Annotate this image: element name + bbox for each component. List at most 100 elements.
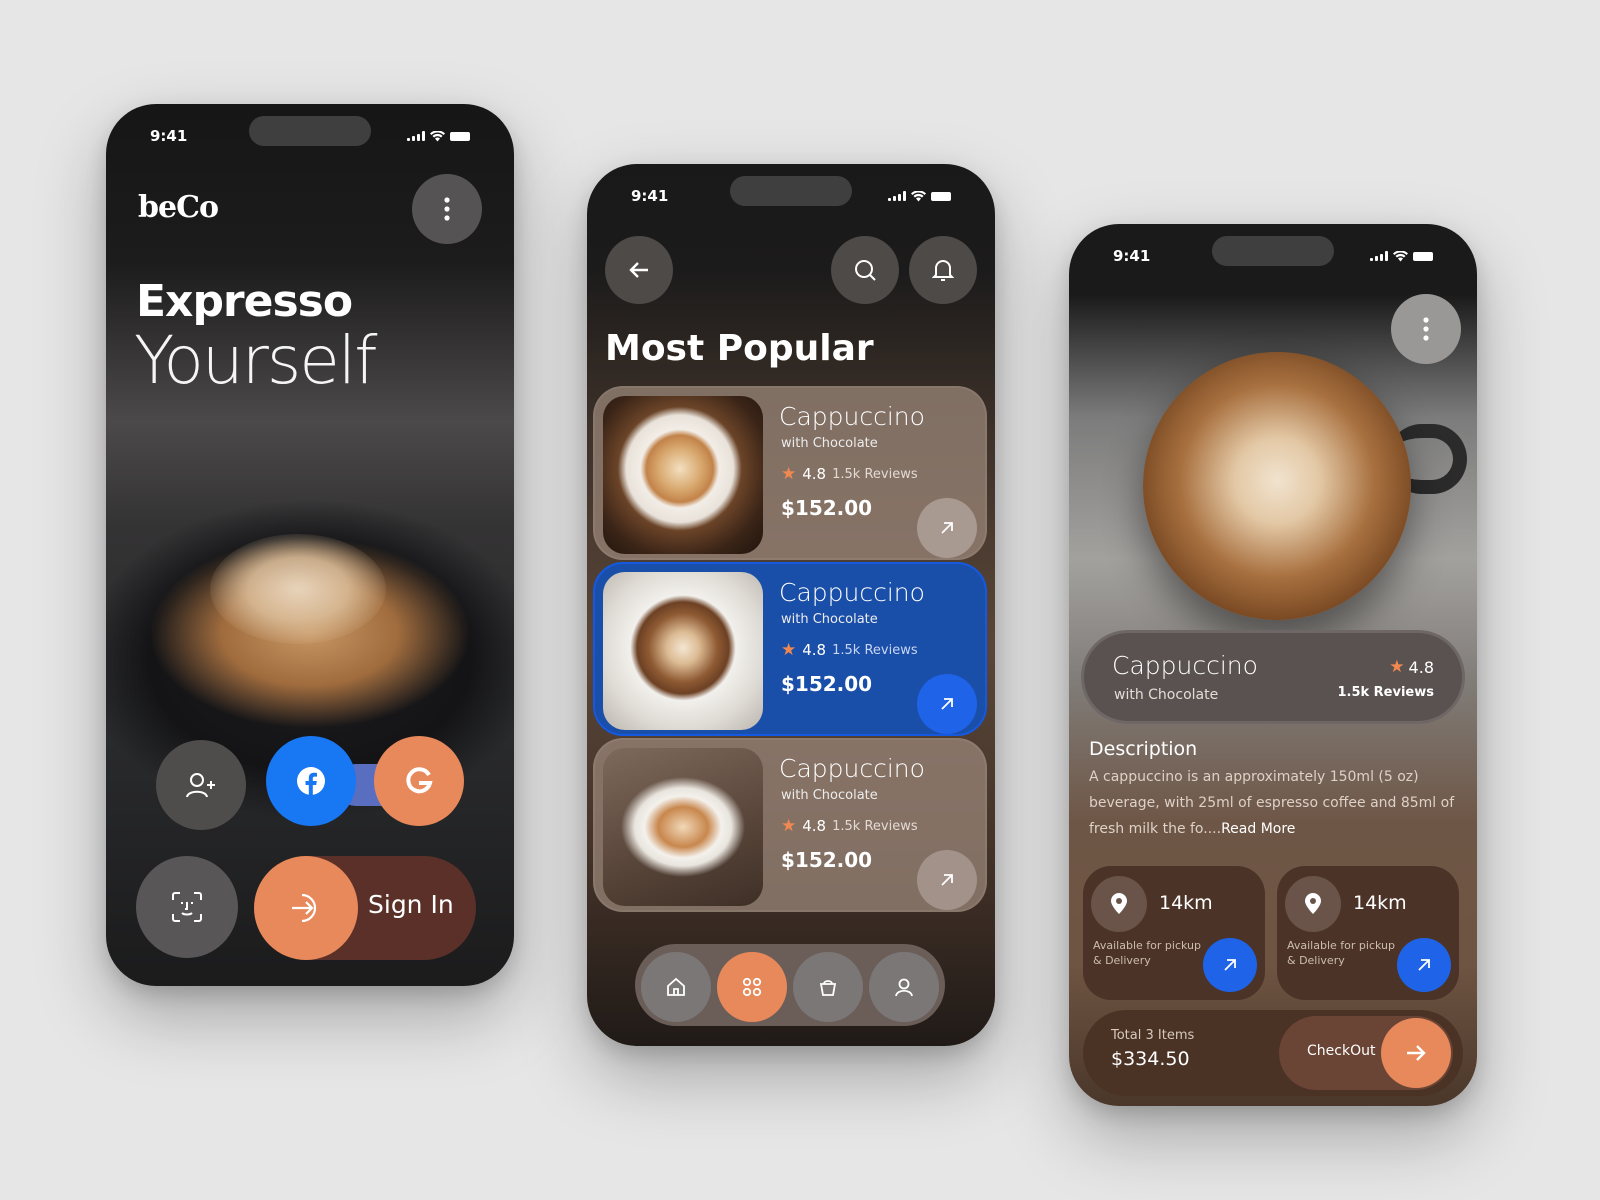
facebook-button[interactable]	[266, 736, 356, 826]
product-name: Cappuccino	[779, 754, 925, 783]
signin-screen: 9:41 beCo Expresso Yourself Sign In	[106, 104, 514, 986]
arrow-left-icon	[629, 262, 648, 278]
status-time: 9:41	[150, 127, 188, 145]
product-price: $152.00	[781, 848, 873, 872]
location-card: 14km Available for pickup & Delivery	[1277, 866, 1459, 1000]
open-product-button[interactable]	[917, 674, 977, 734]
signal-icon	[407, 131, 425, 141]
checkout-label: CheckOut	[1307, 1043, 1376, 1059]
rating-value: 4.8	[802, 817, 827, 835]
status-time: 9:41	[1113, 247, 1151, 265]
nav-grid[interactable]	[717, 952, 787, 1022]
nav-bag[interactable]	[793, 952, 863, 1022]
product-info-pill: Cappuccino with Chocolate ★ 4.8 1.5k Rev…	[1081, 630, 1465, 724]
product-rating: ★ 4.8 1.5k Reviews	[781, 816, 918, 836]
product-hero-image	[1143, 352, 1411, 620]
status-bar: 9:41	[587, 164, 995, 220]
bell-icon	[932, 260, 954, 281]
star-icon: ★	[781, 816, 797, 836]
wifi-icon	[911, 190, 926, 201]
status-icons	[888, 190, 951, 202]
google-icon	[406, 767, 433, 794]
location-pin-icon	[1305, 893, 1321, 914]
signin-button[interactable]	[254, 856, 358, 960]
checkout-arrow-button[interactable]	[1381, 1018, 1451, 1088]
open-product-button[interactable]	[917, 850, 977, 910]
signin-label[interactable]: Sign In	[368, 890, 454, 919]
arrow-up-right-icon	[941, 522, 953, 534]
brand-logo: beCo	[138, 190, 219, 225]
product-image	[603, 748, 763, 906]
review-count: 1.5k Reviews	[832, 818, 918, 834]
location-card: 14km Available for pickup & Delivery	[1083, 866, 1265, 1000]
page-title: Most Popular	[605, 328, 874, 369]
menu-dots-icon	[1423, 317, 1429, 341]
bag-icon	[819, 980, 837, 996]
product-rating: ★ 4.8 1.5k Reviews	[781, 464, 918, 484]
profile-icon	[895, 978, 913, 997]
rating-value: 4.8	[1408, 657, 1434, 677]
product-name: Cappuccino	[1112, 651, 1258, 680]
status-icons	[407, 130, 470, 142]
total-items-label: Total 3 Items	[1111, 1028, 1195, 1043]
status-time: 9:41	[631, 187, 669, 205]
face-id-icon	[172, 892, 202, 922]
read-more-link[interactable]: Read More	[1221, 821, 1295, 837]
star-icon: ★	[781, 464, 797, 484]
product-card[interactable]: Cappuccino with Chocolate ★ 4.8 1.5k Rev…	[593, 562, 987, 736]
grid-icon	[742, 977, 762, 997]
signal-icon	[1370, 251, 1388, 261]
nav-profile[interactable]	[869, 952, 939, 1022]
location-go-button[interactable]	[1397, 938, 1451, 992]
notification-button[interactable]	[909, 236, 977, 304]
product-detail-screen: 9:41 Cappuccino with Chocolate ★ 4.8 1.5…	[1069, 224, 1477, 1106]
location-distance: 14km	[1353, 892, 1407, 914]
product-card[interactable]: Cappuccino with Chocolate ★ 4.8 1.5k Rev…	[593, 386, 987, 560]
arrow-up-right-icon	[941, 874, 953, 886]
product-rating: ★ 4.8 1.5k Reviews	[781, 640, 918, 660]
search-button[interactable]	[831, 236, 899, 304]
product-price: $152.00	[781, 496, 873, 520]
arrow-right-icon	[1407, 1045, 1426, 1061]
product-name: Cappuccino	[779, 578, 925, 607]
most-popular-screen: 9:41 Most Popular Cappuccino with Chocol…	[587, 164, 995, 1046]
status-bar: 9:41	[1069, 224, 1477, 280]
checkout-button[interactable]: CheckOut	[1279, 1016, 1453, 1090]
description-title: Description	[1089, 738, 1198, 760]
rating-value: 4.8	[802, 465, 827, 483]
product-subtitle: with Chocolate	[781, 436, 878, 451]
battery-icon	[931, 191, 951, 201]
star-icon: ★	[781, 640, 797, 660]
arrow-up-right-icon	[941, 698, 953, 710]
headline-primary: Expresso	[136, 276, 353, 327]
product-card[interactable]: Cappuccino with Chocolate ★ 4.8 1.5k Rev…	[593, 738, 987, 912]
product-rating: ★ 4.8	[1389, 657, 1434, 677]
total-price: $334.50	[1111, 1048, 1190, 1070]
arrow-up-right-icon	[1418, 959, 1430, 971]
back-button[interactable]	[605, 236, 673, 304]
product-subtitle: with Chocolate	[781, 612, 878, 627]
menu-button[interactable]	[412, 174, 482, 244]
location-pin-button	[1091, 876, 1147, 932]
face-id-button[interactable]	[136, 856, 238, 958]
menu-dots-icon	[444, 197, 450, 221]
open-product-button[interactable]	[917, 498, 977, 558]
home-icon	[667, 977, 685, 996]
product-image	[603, 396, 763, 554]
nav-home[interactable]	[641, 952, 711, 1022]
rating-value: 4.8	[802, 641, 827, 659]
sign-in-arrow-icon	[292, 893, 317, 923]
location-pin-icon	[1111, 893, 1127, 914]
product-price: $152.00	[781, 672, 873, 696]
menu-button[interactable]	[1391, 294, 1461, 364]
location-go-button[interactable]	[1203, 938, 1257, 992]
review-count: 1.5k Reviews	[832, 642, 918, 658]
arrow-up-right-icon	[1224, 959, 1236, 971]
battery-icon	[450, 131, 470, 141]
coffee-cup-image	[210, 534, 386, 644]
status-icons	[1370, 250, 1433, 262]
google-button[interactable]	[374, 736, 464, 826]
headline-secondary: Yourself	[134, 322, 377, 399]
checkout-bar: Total 3 Items $334.50 CheckOut	[1083, 1010, 1463, 1096]
add-user-button[interactable]	[156, 740, 246, 830]
